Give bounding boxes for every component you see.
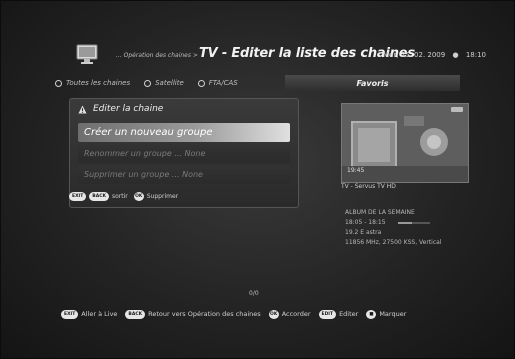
menu-item-rename-group[interactable]: Renommer un groupe ... None [78, 144, 290, 163]
menu-item-create-group[interactable]: Créer un nouveau groupe [78, 123, 290, 142]
program-progress-bar [398, 222, 430, 224]
transponder-info: 11856 MHz, 27500 KSS, Vertical [345, 239, 442, 246]
back-key[interactable]: BACK [89, 192, 109, 201]
go-live-label: Aller à Live [81, 310, 118, 318]
back-label: Retour vers Opération des chaines [148, 310, 261, 318]
radio-icon [144, 79, 152, 87]
header: ... Opération des chaines > TV - Editer … [23, 37, 492, 71]
filter-all-channels[interactable]: Toutes les chaines [55, 79, 130, 87]
date-text: Mer, 25. 02. 2009 [383, 51, 446, 59]
filter-bar: Toutes les chaines Satellite FTA/CAS Fav… [55, 75, 460, 91]
menu-item-delete-group[interactable]: Supprimer un groupe ... None [78, 165, 290, 184]
ok-key[interactable]: OK [133, 192, 144, 201]
exit-label: sortir [112, 193, 128, 200]
edit-label: Editer [339, 310, 359, 318]
filter-satellite[interactable]: Satellite [144, 79, 184, 87]
breadcrumb: ... Opération des chaines > [116, 52, 198, 59]
menu-list: Créer un nouveau groupe Renommer un grou… [78, 123, 290, 186]
filter-label: Satellite [155, 79, 184, 87]
tv-screen: ... Opération des chaines > TV - Editer … [0, 0, 515, 359]
ok-label: Supprimer [146, 193, 179, 200]
progress-fill [398, 222, 413, 224]
mark-key[interactable]: ■ [366, 309, 377, 319]
filter-fta-cas[interactable]: FTA/CAS [197, 79, 238, 87]
radio-icon [197, 79, 205, 87]
preview-badge [451, 107, 463, 112]
tune-label: Accorder [281, 310, 311, 318]
date-time: Mer, 25. 02. 2009 ● 18:10 [383, 51, 486, 59]
tv-monitor-icon [76, 44, 98, 64]
radio-icon [55, 79, 62, 87]
preview-time: 19:45 [347, 167, 365, 174]
panel-title: Editer la chaine [93, 104, 164, 114]
edit-key[interactable]: EDIT [318, 309, 337, 319]
page-indicator: 0/0 [249, 290, 259, 297]
warning-icon [78, 104, 87, 114]
time-text: 18:10 [465, 51, 486, 59]
clock-icon: ● [452, 51, 459, 59]
filter-label: Toutes les chaines [66, 79, 131, 87]
program-info: ALBUM DE LA SEMAINE 18:05 - 18:15 19.2 E… [345, 208, 441, 248]
filter-label: FTA/CAS [208, 79, 238, 87]
satellite-name: 19.2 E astra [345, 229, 382, 236]
panel-header: Editer la chaine [78, 104, 163, 114]
exit-key[interactable]: EXIT [69, 192, 87, 201]
channel-name: TV - Servus TV HD [341, 183, 396, 190]
program-title: ALBUM DE LA SEMAINE [345, 209, 415, 216]
panel-footer: EXIT BACK sortir OK Supprimer [69, 192, 184, 201]
exit-key[interactable]: EXIT [61, 309, 79, 319]
back-key[interactable]: BACK [125, 309, 146, 319]
tab-favoris[interactable]: Favoris [285, 75, 460, 91]
mark-label: Marquer [379, 310, 407, 318]
ok-key[interactable]: OK [268, 309, 279, 319]
bottom-help-bar: EXIT Aller à Live BACK Retour vers Opéra… [61, 307, 474, 321]
